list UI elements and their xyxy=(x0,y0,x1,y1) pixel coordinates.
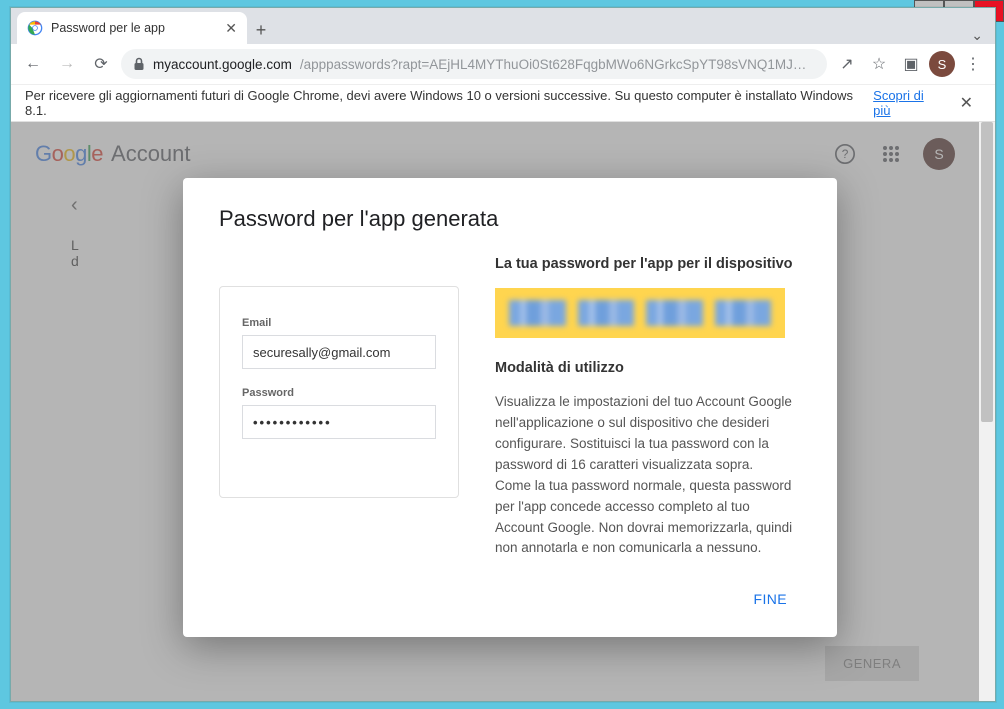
infobar-learn-more-link[interactable]: Scopri di più xyxy=(873,88,943,118)
avatar-initial: S xyxy=(938,57,947,72)
device-password-header: La tua password per l'app per il disposi… xyxy=(495,256,801,272)
star-icon: ☆ xyxy=(872,54,886,74)
usage-paragraph: Visualizza le impostazioni del tuo Accou… xyxy=(495,392,801,559)
tab-strip: Password per le app ✕ + ⌄ xyxy=(11,8,995,44)
app-password-dialog: Password per l'app generata Email secure… xyxy=(183,178,837,637)
login-preview-card: Email securesally@gmail.com Password •••… xyxy=(219,286,459,498)
done-button[interactable]: FINE xyxy=(740,583,802,615)
lock-icon xyxy=(133,57,145,71)
password-field: •••••••••••• xyxy=(242,405,436,439)
dialog-title: Password per l'app generata xyxy=(219,206,801,232)
arrow-right-icon: → xyxy=(59,55,75,73)
password-segment xyxy=(578,300,635,326)
page-scrollbar[interactable] xyxy=(979,122,995,701)
extensions-button[interactable]: ▣ xyxy=(897,50,925,78)
arrow-left-icon: ← xyxy=(25,55,41,73)
tab-title: Password per le app xyxy=(51,21,217,35)
password-segment xyxy=(509,300,566,326)
email-label: Email xyxy=(242,317,436,329)
forward-button[interactable]: → xyxy=(53,50,81,78)
browser-window: Password per le app ✕ + ⌄ ← → ⟳ myaccoun… xyxy=(10,7,996,702)
url-domain: myaccount.google.com xyxy=(153,57,292,72)
new-tab-button[interactable]: + xyxy=(247,16,275,44)
toolbar: ← → ⟳ myaccount.google.com/apppasswords?… xyxy=(11,44,995,84)
kebab-icon: ⋮ xyxy=(965,54,981,74)
password-segment xyxy=(715,300,772,326)
password-segment xyxy=(646,300,703,326)
plus-icon: + xyxy=(256,20,267,41)
scrollbar-thumb[interactable] xyxy=(981,122,993,422)
tab-search-button[interactable]: ⌄ xyxy=(971,27,983,44)
reload-button[interactable]: ⟳ xyxy=(87,50,115,78)
infobar-close-button[interactable]: ✕ xyxy=(952,89,981,117)
update-infobar: Per ricevere gli aggiornamenti futuri di… xyxy=(11,84,995,122)
usage-header: Modalità di utilizzo xyxy=(495,360,801,376)
share-icon: ↗ xyxy=(840,54,853,74)
generated-password-box[interactable] xyxy=(495,288,785,338)
password-label: Password xyxy=(242,387,436,399)
infobar-text: Per ricevere gli aggiornamenti futuri di… xyxy=(25,88,865,118)
back-button[interactable]: ← xyxy=(19,50,47,78)
page-viewport: Google Account ? S ‹ L d GENERA xyxy=(11,122,995,701)
address-bar[interactable]: myaccount.google.com/apppasswords?rapt=A… xyxy=(121,49,827,79)
url-path: /apppasswords?rapt=AEjHL4MYThuOi0St628Fq… xyxy=(300,57,815,72)
chevron-down-icon: ⌄ xyxy=(971,27,983,43)
profile-avatar-button[interactable]: S xyxy=(929,51,955,77)
share-button[interactable]: ↗ xyxy=(833,50,861,78)
bookmark-button[interactable]: ☆ xyxy=(865,50,893,78)
browser-menu-button[interactable]: ⋮ xyxy=(959,50,987,78)
email-field: securesally@gmail.com xyxy=(242,335,436,369)
extensions-icon: ▣ xyxy=(903,54,918,74)
reload-icon: ⟳ xyxy=(94,54,107,74)
browser-tab[interactable]: Password per le app ✕ xyxy=(17,12,247,44)
tab-close-button[interactable]: ✕ xyxy=(225,20,237,37)
tab-favicon-icon xyxy=(27,20,43,36)
